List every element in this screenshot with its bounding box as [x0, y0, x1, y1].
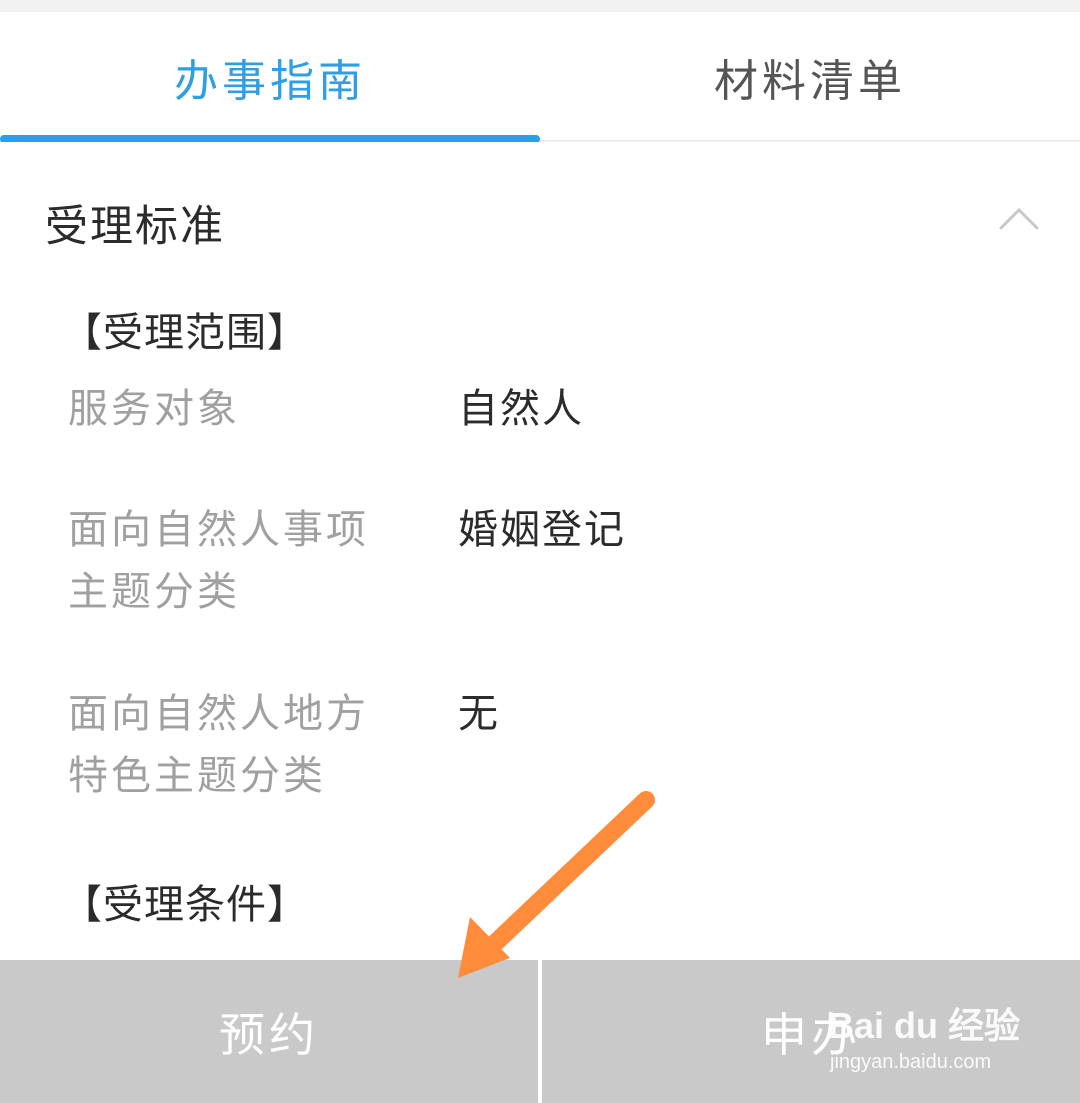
tab-bar: 办事指南 材料清单 — [0, 12, 1080, 143]
row-value-service-object: 自然人 — [458, 386, 584, 432]
row-value-local-category: 无 — [458, 691, 500, 737]
chevron-up-icon[interactable] — [999, 204, 1039, 230]
apply-button[interactable]: 申办 — [542, 960, 1080, 1103]
tab-materials[interactable]: 材料清单 — [540, 12, 1080, 141]
scope-heading: 【受理范围】 — [62, 310, 308, 356]
row-label-local-category: 面向自然人地方特色主题分类 — [68, 691, 369, 799]
section-title[interactable]: 受理标准 — [45, 192, 225, 254]
conditions-heading: 【受理条件】 — [62, 882, 308, 928]
reserve-button[interactable]: 预约 — [0, 960, 538, 1103]
app-screen: 办事指南 材料清单 受理标准 【受理范围】 服务对象 自然人 面向自然人事项主题… — [0, 0, 1080, 1103]
footer-action-bar: 预约 申办 — [0, 960, 1080, 1103]
top-strip — [0, 0, 1080, 12]
row-label-service-object: 服务对象 — [68, 386, 240, 432]
row-value-theme-category: 婚姻登记 — [458, 507, 626, 553]
row-label-theme-category: 面向自然人事项主题分类 — [68, 507, 369, 615]
guide-content: 受理标准 【受理范围】 服务对象 自然人 面向自然人事项主题分类 婚姻登记 面向… — [0, 142, 1080, 960]
tab-guide[interactable]: 办事指南 — [0, 12, 540, 141]
